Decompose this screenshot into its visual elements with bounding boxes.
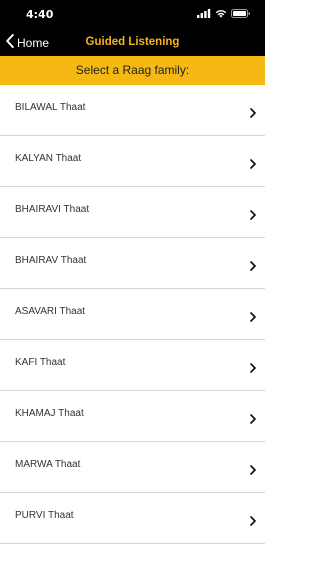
chevron-right-icon <box>250 207 256 225</box>
chevron-right-icon <box>250 513 256 531</box>
list-item-label: BILAWAL Thaat <box>15 102 86 113</box>
navigation-bar: Home Guided Listening <box>0 28 265 56</box>
page-title: Guided Listening <box>85 36 180 48</box>
list-item[interactable]: MARWA Thaat <box>0 442 265 493</box>
status-icons <box>197 9 251 19</box>
list-item-label: BHAIRAVI Thaat <box>15 204 90 215</box>
list-item-label: PURVI Thaat <box>15 510 74 521</box>
list-item-label: KALYAN Thaat <box>15 153 82 164</box>
list-item-label: ASAVARI Thaat <box>15 306 86 317</box>
wifi-icon <box>215 5 227 23</box>
list-item-label: MARWA Thaat <box>15 459 81 470</box>
chevron-right-icon <box>250 360 256 378</box>
list-item[interactable]: BILAWAL Thaat <box>0 85 265 136</box>
list-item-label: BHAIRAV Thaat <box>15 255 87 266</box>
signal-icon <box>197 5 211 23</box>
list-item[interactable]: BHAIRAV Thaat <box>0 238 265 289</box>
status-bar: 4:40 <box>0 0 265 28</box>
list-item[interactable]: KALYAN Thaat <box>0 136 265 187</box>
chevron-right-icon <box>250 258 256 276</box>
thaat-list: BILAWAL Thaat KALYAN Thaat BHAIRAVI Thaa… <box>0 85 265 544</box>
list-item[interactable]: KHAMAJ Thaat <box>0 391 265 442</box>
status-time: 4:40 <box>26 8 54 21</box>
list-item[interactable]: KAFI Thaat <box>0 340 265 391</box>
list-item-label: KHAMAJ Thaat <box>15 408 84 419</box>
list-item[interactable]: BHAIRAVI Thaat <box>0 187 265 238</box>
list-item[interactable]: PURVI Thaat <box>0 493 265 544</box>
chevron-right-icon <box>250 462 256 480</box>
chevron-right-icon <box>250 156 256 174</box>
list-item[interactable]: ASAVARI Thaat <box>0 289 265 340</box>
chevron-right-icon <box>250 309 256 327</box>
section-header: Select a Raag family: <box>0 56 265 85</box>
chevron-right-icon <box>250 105 256 123</box>
battery-icon <box>231 5 251 23</box>
list-item-label: KAFI Thaat <box>15 357 66 368</box>
chevron-right-icon <box>250 411 256 429</box>
